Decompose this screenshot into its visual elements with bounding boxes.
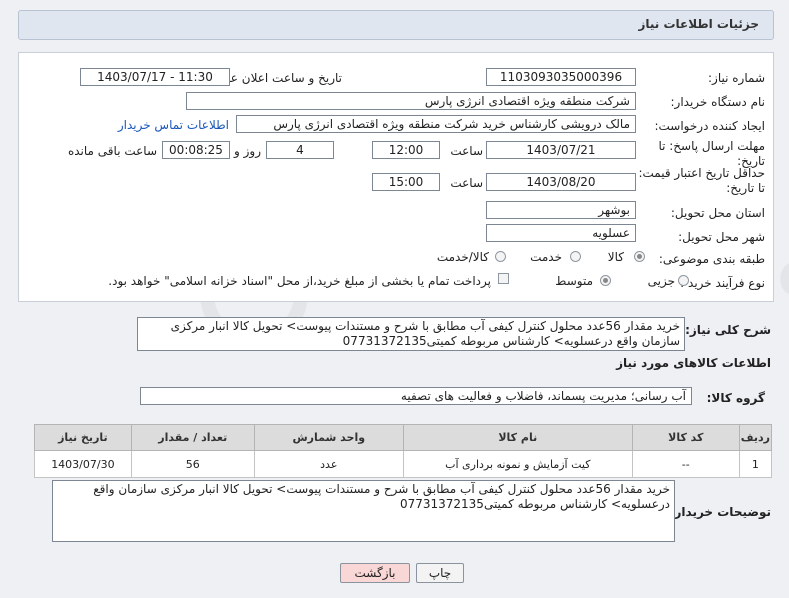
cell-name: کیت آزمایش و نمونه برداری آب (402, 450, 633, 478)
cell-qty: 56 (130, 450, 255, 478)
buyer-org-field: شرکت منطقه ویژه اقتصادی انرژی پارس (186, 92, 636, 110)
deadline-label: مهلت ارسال پاسخ: تا تاریخ: (658, 139, 765, 168)
col-header-row: ردیف (738, 424, 773, 451)
page-header: جزئیات اطلاعات نیاز (18, 10, 774, 40)
goods-table: ردیف کد کالا نام کالا واحد شمارش تعداد /… (34, 424, 773, 478)
creator-field: مالک درویشی کارشناس خرید شرکت منطقه ویژه… (236, 115, 636, 133)
province-field: بوشهر (486, 201, 636, 219)
creator-label: ایجاد کننده درخواست: (654, 119, 765, 133)
cell-unit: عدد (253, 450, 404, 478)
days-label: روز و (234, 144, 261, 158)
print-button[interactable]: چاپ (416, 563, 464, 583)
goods-group-label: گروه کالا: (706, 391, 765, 405)
remaining-label: ساعت باقی مانده (67, 144, 157, 158)
validity-time-field: 15:00 (372, 173, 440, 191)
need-number-field: 1103093035000396 (486, 68, 636, 86)
category-radio-goods[interactable] (634, 251, 645, 262)
city-label: شهر محل تحویل: (678, 230, 765, 244)
category-radio-service[interactable] (570, 251, 581, 262)
buyer-org-label: نام دستگاه خریدار: (670, 95, 766, 109)
cell-row: 1 (738, 450, 773, 478)
category-option-service: خدمت (530, 250, 562, 264)
payment-note: پرداخت تمام یا بخشی از مبلغ خرید،از محل … (108, 274, 491, 288)
cell-date: 1403/07/30 (34, 450, 132, 478)
validity-label: حداقل تاریخ اعتبار قیمت: تا تاریخ: (638, 166, 765, 195)
days-field: 4 (266, 141, 334, 159)
category-option-goods: کالا (607, 250, 624, 264)
category-label: طبقه بندی موضوعی: (658, 252, 765, 266)
cell-code: -- (631, 450, 740, 478)
purchase-option-medium: متوسط (555, 274, 593, 288)
purchase-radio-minor[interactable] (678, 275, 689, 286)
city-field: عسلویه (486, 224, 636, 242)
category-radio-both[interactable] (495, 251, 506, 262)
col-header-name: نام کالا (402, 424, 633, 451)
deadline-date-field: 1403/07/21 (486, 141, 636, 159)
col-header-date: تاریخ نیاز (34, 424, 132, 451)
back-button[interactable]: بازگشت (340, 563, 410, 583)
validity-date-field: 1403/08/20 (486, 173, 636, 191)
general-desc-field: خرید مقدار 56عدد محلول کنترل کیفی آب مطا… (137, 317, 685, 351)
purchase-type-label: نوع فرآیند خرید : (680, 276, 765, 290)
category-option-both: کالا/خدمت (436, 250, 489, 264)
col-header-qty: تعداد / مقدار (130, 424, 255, 451)
table-row: 1 -- کیت آزمایش و نمونه برداری آب عدد 56… (34, 450, 773, 478)
need-number-label: شماره نیاز: (708, 71, 765, 85)
table-header-row: ردیف کد کالا نام کالا واحد شمارش تعداد /… (34, 424, 773, 451)
buyer-contact-link[interactable]: اطلاعات تماس خریدار (118, 118, 229, 132)
purchase-radio-medium[interactable] (600, 275, 611, 286)
announce-field: 1403/07/17 - 11:30 (80, 68, 230, 86)
deadline-time-label: ساعت (450, 144, 483, 158)
buyer-desc-label: توضیحات خریدار: (669, 505, 771, 519)
col-header-code: کد کالا (631, 424, 740, 451)
treasury-checkbox[interactable] (498, 273, 509, 284)
purchase-option-minor: جزیی (647, 274, 675, 288)
province-label: استان محل تحویل: (670, 206, 765, 220)
buyer-desc-field: خرید مقدار 56عدد محلول کنترل کیفی آب مطا… (52, 480, 675, 542)
remaining-time-field: 00:08:25 (162, 141, 230, 159)
page-title: جزئیات اطلاعات نیاز (638, 17, 759, 31)
col-header-unit: واحد شمارش (253, 424, 404, 451)
goods-group-field: آب رسانی؛ مدیریت پسماند، فاضلاب و فعالیت… (140, 387, 692, 405)
goods-section-title: اطلاعات کالاهای مورد نیاز (616, 356, 771, 370)
validity-time-label: ساعت (450, 176, 483, 190)
general-desc-label: شرح کلی نیاز: (685, 323, 771, 337)
deadline-time-field: 12:00 (372, 141, 440, 159)
